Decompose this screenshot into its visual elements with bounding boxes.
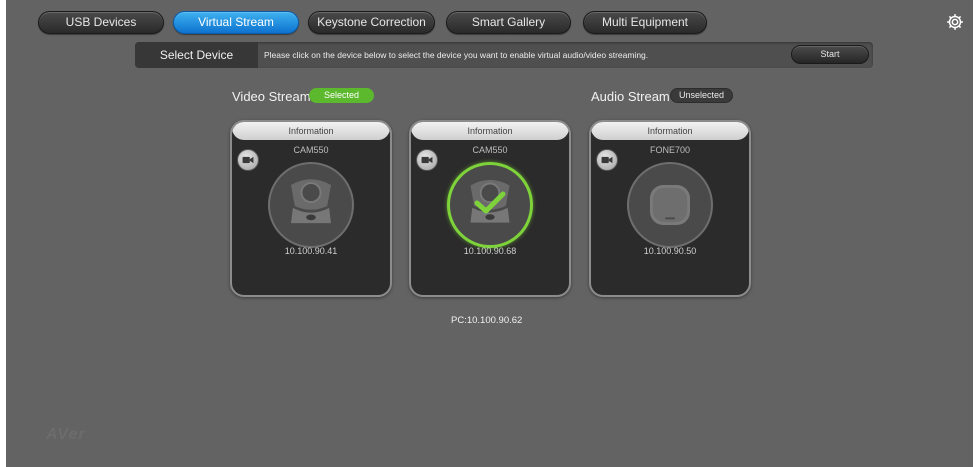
device-ip: 10.100.90.68 bbox=[463, 246, 517, 256]
brand-logo: AVer bbox=[46, 426, 86, 443]
card-information-header: Information bbox=[591, 122, 749, 140]
video-camera-icon[interactable] bbox=[596, 149, 618, 171]
tab-multi-equipment[interactable]: Multi Equipment bbox=[583, 11, 707, 34]
tab-keystone-correction[interactable]: Keystone Correction bbox=[308, 11, 435, 34]
device-card-fone700-50[interactable]: Information FONE700 10.100.90.50 bbox=[589, 120, 751, 297]
speakerphone-device-icon bbox=[627, 162, 713, 248]
video-camera-icon[interactable] bbox=[237, 149, 259, 171]
checkmark-icon bbox=[474, 191, 506, 214]
video-camera-icon[interactable] bbox=[416, 149, 438, 171]
app-window: USB Devices Virtual Stream Keystone Corr… bbox=[6, 0, 973, 467]
card-information-header: Information bbox=[411, 122, 569, 140]
audio-stream-status-badge: Unselected bbox=[670, 88, 733, 103]
tab-smart-gallery[interactable]: Smart Gallery bbox=[446, 11, 571, 34]
select-device-instruction: Please click on the device below to sele… bbox=[264, 50, 649, 60]
camera-device-icon bbox=[268, 162, 354, 248]
pc-ip-address: PC:10.100.90.62 bbox=[451, 315, 523, 326]
device-ip: 10.100.90.50 bbox=[643, 246, 697, 256]
video-stream-title: Video Stream bbox=[232, 89, 311, 104]
video-stream-status-badge: Selected bbox=[309, 88, 374, 103]
device-card-cam550-41[interactable]: Information CAM550 10.100.90.41 bbox=[230, 120, 392, 297]
tab-virtual-stream[interactable]: Virtual Stream bbox=[173, 11, 299, 34]
select-device-label: Select Device bbox=[135, 42, 258, 68]
tab-usb-devices[interactable]: USB Devices bbox=[38, 11, 164, 34]
device-card-cam550-68[interactable]: Information CAM550 10.100.90.68 bbox=[409, 120, 571, 297]
start-button[interactable]: Start bbox=[791, 45, 869, 64]
select-device-bar: Select Device Please click on the device… bbox=[135, 42, 873, 68]
gear-icon[interactable] bbox=[945, 12, 965, 32]
audio-stream-title: Audio Stream bbox=[591, 89, 670, 104]
card-information-header: Information bbox=[232, 122, 390, 140]
device-ip: 10.100.90.41 bbox=[284, 246, 338, 256]
